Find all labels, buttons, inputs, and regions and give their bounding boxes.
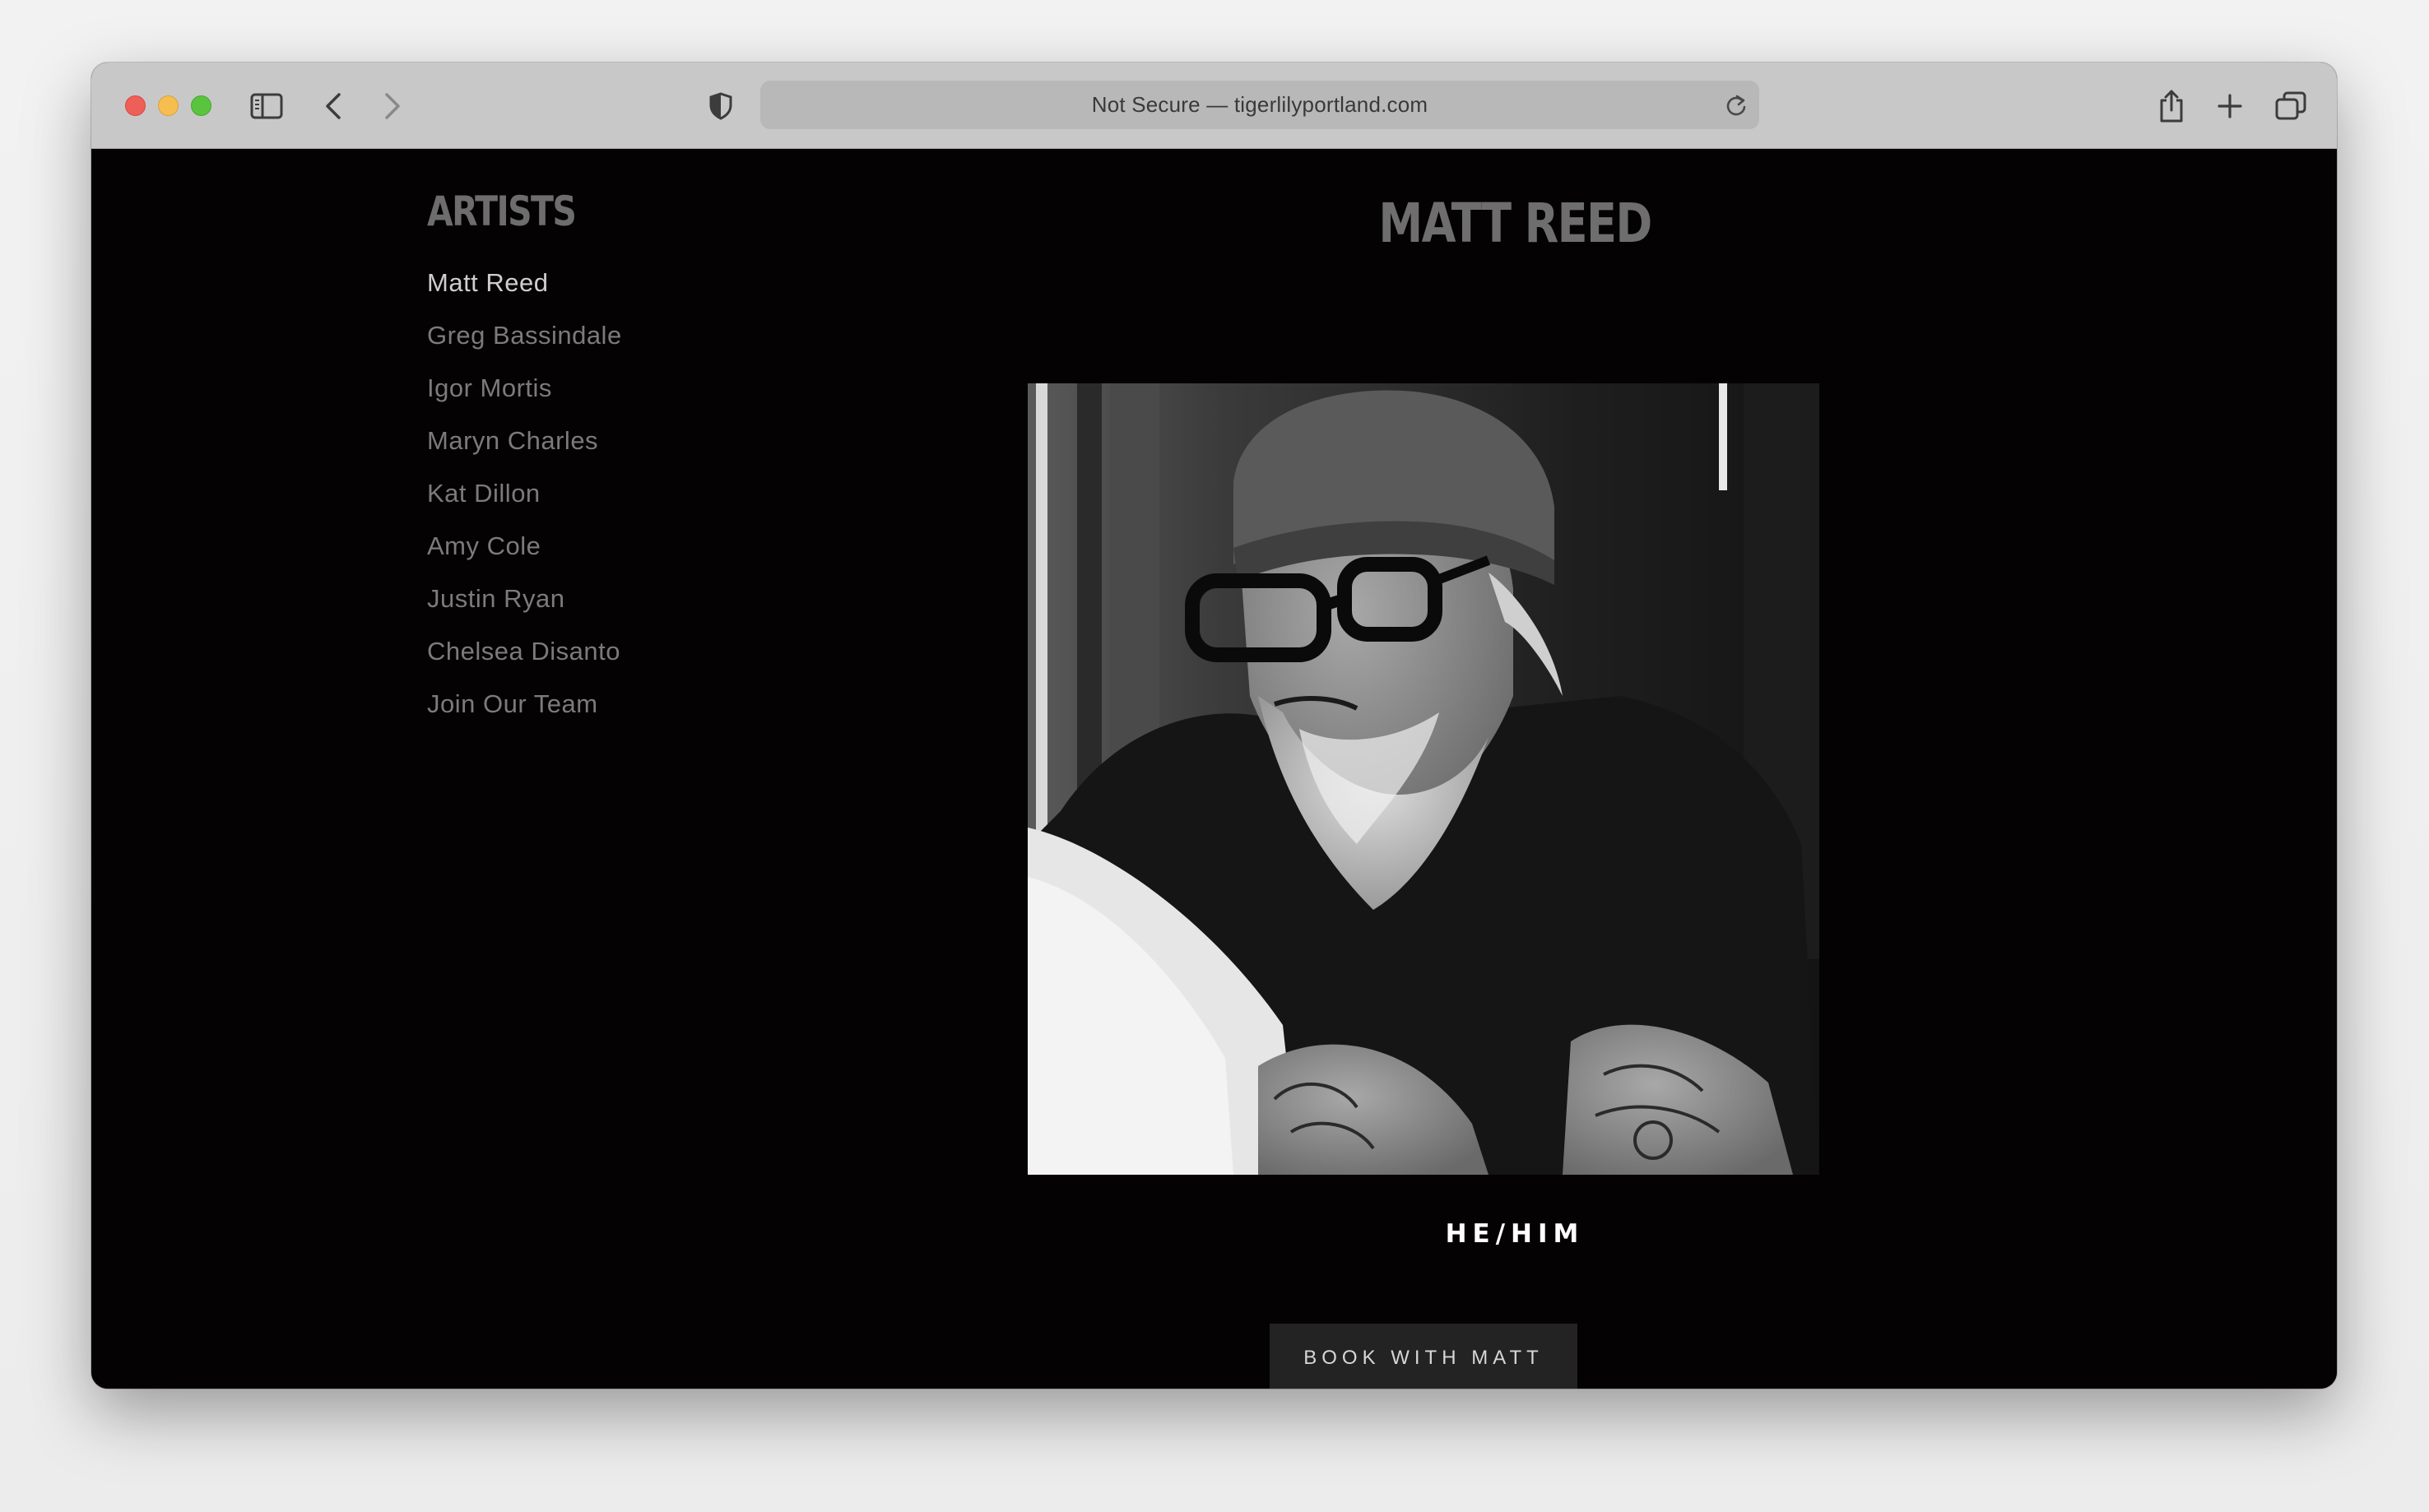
artist-list: Matt Reed Greg Bassindale Igor Mortis Ma… bbox=[427, 257, 622, 730]
browser-toolbar: Not Secure — tigerlilyportland.com bbox=[91, 63, 2337, 149]
address-text: Not Secure — tigerlilyportland.com bbox=[1091, 92, 1428, 117]
artist-link-amy-cole[interactable]: Amy Cole bbox=[427, 520, 622, 573]
reload-icon[interactable] bbox=[1725, 93, 1748, 122]
browser-window: Not Secure — tigerlilyportland.com ARTIS… bbox=[91, 63, 2337, 1389]
close-window-button[interactable] bbox=[125, 95, 146, 116]
artist-link-greg-bassindale[interactable]: Greg Bassindale bbox=[427, 309, 622, 362]
shield-icon[interactable] bbox=[708, 87, 733, 125]
minimize-window-button[interactable] bbox=[158, 95, 179, 116]
tabs-overview-icon[interactable] bbox=[2275, 87, 2306, 125]
page-content: ARTISTS Matt Reed Greg Bassindale Igor M… bbox=[91, 150, 2337, 1389]
zoom-window-button[interactable] bbox=[191, 95, 211, 116]
artist-link-kat-dillon[interactable]: Kat Dillon bbox=[427, 467, 622, 520]
new-tab-icon[interactable] bbox=[2217, 87, 2243, 125]
artist-link-igor-mortis[interactable]: Igor Mortis bbox=[427, 362, 622, 415]
book-with-matt-button[interactable]: BOOK WITH MATT bbox=[1270, 1324, 1577, 1389]
sidebar-icon[interactable] bbox=[250, 87, 283, 125]
artist-link-chelsea-disanto[interactable]: Chelsea Disanto bbox=[427, 625, 622, 678]
share-icon[interactable] bbox=[2157, 87, 2185, 125]
artists-sidebar: ARTISTS Matt Reed Greg Bassindale Igor M… bbox=[427, 187, 622, 730]
sidebar-title: ARTISTS bbox=[427, 188, 577, 235]
artist-link-matt-reed[interactable]: Matt Reed bbox=[427, 257, 622, 309]
page-title: MATT REED bbox=[1378, 192, 1652, 255]
artist-link-maryn-charles[interactable]: Maryn Charles bbox=[427, 415, 622, 467]
address-bar[interactable]: Not Secure — tigerlilyportland.com bbox=[760, 81, 1759, 129]
artist-pronouns: HE/HIM bbox=[1445, 1219, 1585, 1249]
join-our-team-link[interactable]: Join Our Team bbox=[427, 678, 622, 730]
artist-photo bbox=[1028, 383, 1819, 1175]
artist-link-justin-ryan[interactable]: Justin Ryan bbox=[427, 573, 622, 625]
forward-icon[interactable] bbox=[383, 87, 402, 125]
back-icon[interactable] bbox=[324, 87, 342, 125]
